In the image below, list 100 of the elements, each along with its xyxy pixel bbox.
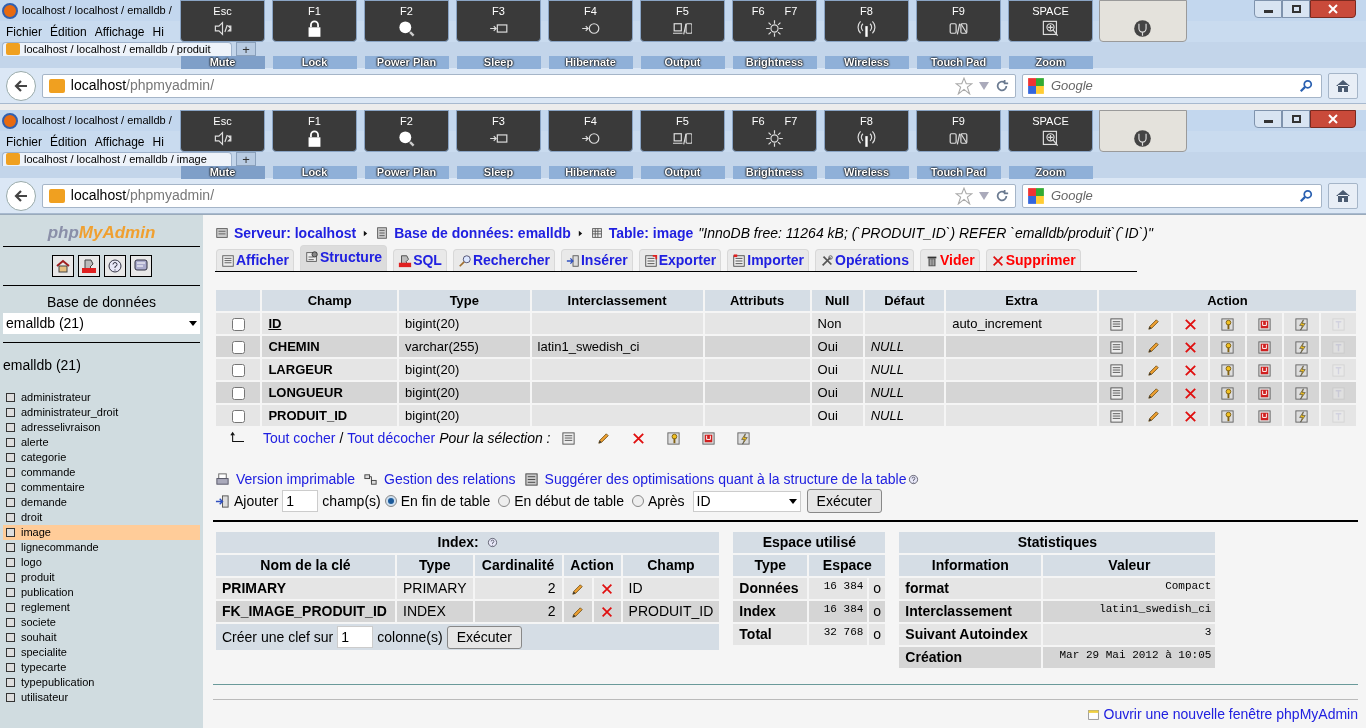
star-icon[interactable] — [954, 186, 973, 205]
function-key[interactable]: F4 — [548, 110, 633, 152]
column-header[interactable]: Défaut — [864, 290, 945, 311]
search-icon[interactable] — [1299, 188, 1314, 203]
column-header[interactable]: Action — [563, 555, 621, 576]
menu-item[interactable]: Fichier — [6, 132, 42, 151]
function-key[interactable] — [1098, 0, 1187, 42]
column-header[interactable]: Type — [733, 555, 808, 576]
column-header[interactable]: Type — [397, 555, 473, 576]
table-list-item[interactable]: demande — [3, 495, 200, 510]
menu-item[interactable]: Fichier — [6, 22, 42, 41]
key-icon[interactable] — [1219, 385, 1235, 401]
table-list-item[interactable]: produit — [3, 570, 200, 585]
function-key[interactable]: F6 F7 — [732, 0, 817, 42]
reload-icon[interactable] — [994, 188, 1009, 203]
function-key[interactable]: F3 — [456, 0, 541, 42]
tab[interactable]: Rechercher — [452, 249, 555, 271]
key-icon[interactable] — [1219, 316, 1235, 332]
search-icon[interactable] — [1299, 78, 1314, 93]
close-button[interactable] — [1310, 0, 1356, 18]
restore-button[interactable] — [1282, 110, 1310, 128]
function-key[interactable]: SPACE — [1008, 0, 1093, 42]
unique-icon[interactable] — [1256, 339, 1272, 355]
table-list-item[interactable]: publication — [3, 585, 200, 600]
function-key[interactable]: F9 — [916, 0, 1001, 42]
back-button[interactable] — [6, 70, 36, 101]
list-icon[interactable] — [1108, 408, 1124, 424]
pencil-icon[interactable] — [570, 581, 586, 597]
tab[interactable]: Insérer — [560, 249, 633, 271]
menu-item[interactable]: Hi — [152, 132, 164, 151]
minimize-button[interactable] — [1254, 0, 1282, 18]
pencil-icon[interactable] — [1145, 385, 1161, 401]
address-bar[interactable]: localhost/phpmyadmin/ — [41, 183, 1016, 208]
radio-button[interactable] — [384, 495, 397, 507]
delete-icon[interactable] — [1182, 408, 1198, 424]
link[interactable]: Suggérer des optimisations quant à la structure de la table — [544, 468, 907, 490]
radio-button[interactable] — [632, 495, 644, 507]
table-list-item[interactable]: image — [3, 525, 200, 540]
tab[interactable]: Importer — [727, 249, 810, 271]
field-select[interactable]: ID — [692, 490, 801, 512]
tab[interactable]: Opérations — [815, 249, 914, 271]
menu-item[interactable]: Édition — [50, 132, 87, 151]
lightning-icon[interactable] — [1293, 362, 1309, 378]
function-key[interactable]: F6 F7 — [732, 110, 817, 152]
unique-icon[interactable] — [1256, 408, 1272, 424]
pencil-icon[interactable] — [1145, 408, 1161, 424]
unique-icon[interactable] — [1256, 362, 1272, 378]
help-icon[interactable] — [486, 537, 498, 548]
breadcrumb-link[interactable]: Base de données: emalldb — [394, 222, 571, 244]
table-list-item[interactable]: lignecommande — [3, 540, 200, 555]
reload-icon[interactable] — [994, 78, 1009, 93]
list-icon[interactable] — [1108, 385, 1124, 401]
new-tab-button[interactable]: + — [236, 42, 256, 56]
docs-icon[interactable] — [132, 258, 149, 274]
column-header[interactable]: Nom de la clé — [216, 555, 395, 576]
search-field[interactable]: Google — [1021, 73, 1323, 98]
table-list-item[interactable]: droit — [3, 510, 200, 525]
list-icon[interactable] — [560, 430, 576, 446]
list-icon[interactable] — [1108, 362, 1124, 378]
execute-button[interactable]: Exécuter — [446, 625, 522, 649]
function-key[interactable]: F1 — [272, 0, 357, 42]
function-key[interactable]: Esc — [180, 110, 265, 152]
count-field[interactable]: 1 — [282, 490, 319, 512]
function-key[interactable]: SPACE — [1008, 110, 1093, 152]
database-heading[interactable]: emalldb (21) — [3, 355, 200, 376]
function-key[interactable]: F5 — [640, 110, 725, 152]
lightning-icon[interactable] — [1293, 385, 1309, 401]
unique-icon[interactable] — [1256, 316, 1272, 332]
function-key[interactable]: F2 — [364, 110, 449, 152]
key-icon[interactable] — [665, 430, 681, 446]
function-key[interactable]: Esc — [180, 0, 265, 42]
tab[interactable]: Afficher — [216, 249, 294, 271]
function-key[interactable]: F4 — [548, 0, 633, 42]
unique-icon[interactable] — [1256, 385, 1272, 401]
column-header[interactable]: Null — [811, 290, 863, 311]
search-engine-icon[interactable] — [1026, 76, 1045, 95]
search-field[interactable]: Google — [1021, 183, 1323, 208]
home-button[interactable] — [1328, 72, 1358, 99]
link[interactable]: Version imprimable — [236, 468, 356, 490]
column-header[interactable]: Espace — [809, 555, 886, 576]
count-field[interactable]: 1 — [337, 626, 374, 648]
breadcrumb-link[interactable]: Table: image — [608, 222, 694, 244]
row-checkbox[interactable] — [231, 386, 245, 400]
pencil-icon[interactable] — [1145, 316, 1161, 332]
column-header[interactable]: Champ — [622, 555, 720, 576]
column-header[interactable]: Type — [399, 290, 530, 311]
browser-tab[interactable]: localhost / localhost / emalldb / image — [2, 152, 232, 166]
key-icon[interactable] — [1219, 408, 1235, 424]
table-list-item[interactable]: administrateur_droit — [3, 405, 200, 420]
pencil-icon[interactable] — [570, 604, 586, 620]
function-key[interactable]: F1 — [272, 110, 357, 152]
function-key[interactable]: F9 — [916, 110, 1001, 152]
delete-icon[interactable] — [600, 605, 615, 620]
help-icon[interactable] — [106, 258, 123, 274]
table-list-item[interactable]: alerte — [3, 435, 200, 450]
column-header[interactable]: Extra — [946, 290, 1097, 311]
function-key[interactable]: F3 — [456, 110, 541, 152]
table-list-item[interactable]: societe — [3, 615, 200, 630]
dropdown-icon[interactable] — [978, 81, 989, 90]
menu-item[interactable]: Affichage — [94, 132, 145, 151]
